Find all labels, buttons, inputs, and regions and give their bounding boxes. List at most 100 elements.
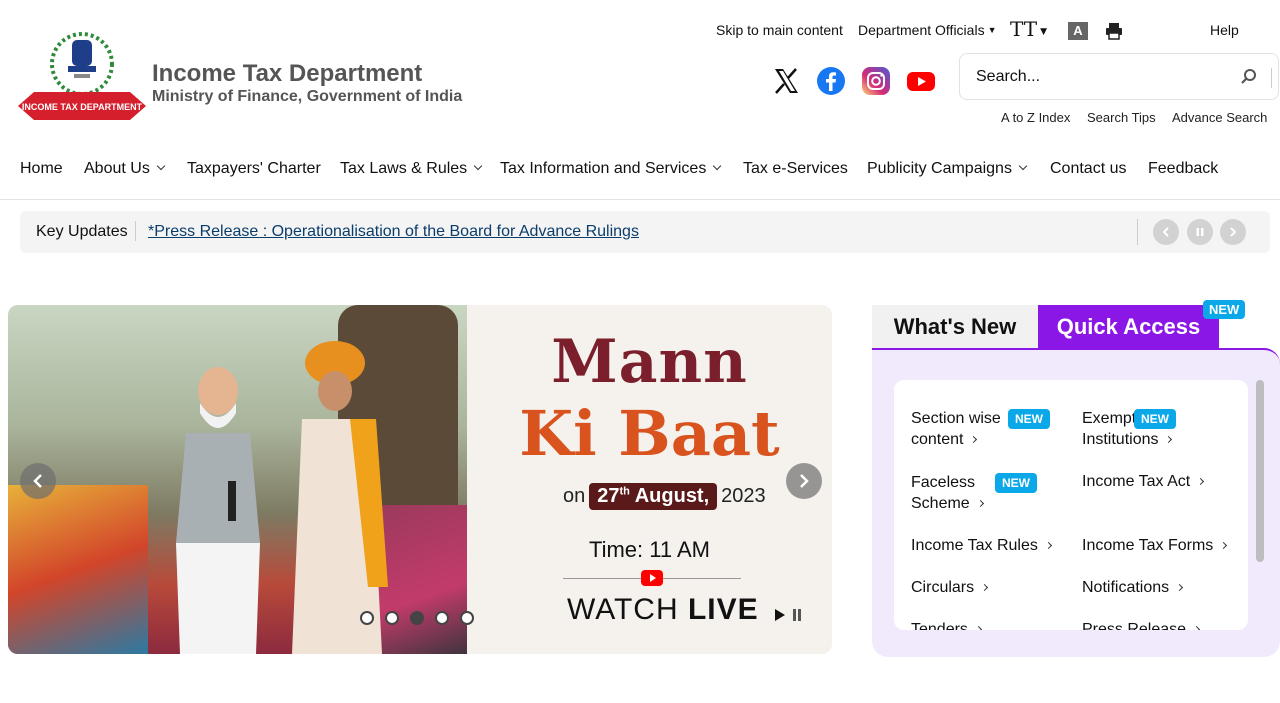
youtube-icon[interactable] — [906, 66, 936, 96]
nav-label: About Us — [84, 160, 150, 177]
search-icon[interactable] — [1240, 68, 1258, 86]
watch-text: WATCH — [567, 593, 679, 626]
date-pill: 27th August, — [589, 483, 718, 510]
qa-circulars[interactable]: Circulars — [911, 577, 989, 598]
nav-taxpayers-charter[interactable]: Taxpayers' Charter — [187, 160, 321, 178]
department-officials-dropdown[interactable]: Department Officials ▼ — [858, 22, 997, 38]
nav-home[interactable]: Home — [20, 160, 63, 178]
chevron-right-icon — [1230, 227, 1237, 237]
youtube-icon — [641, 570, 663, 586]
nav-label: Taxpayers' Charter — [187, 160, 321, 177]
qa-label: Income Tax Act — [1082, 473, 1191, 490]
qa-income-tax-rules[interactable]: Income Tax Rules — [911, 535, 1052, 556]
key-update-link[interactable]: *Press Release : Operationalisation of t… — [148, 223, 639, 241]
qa-label: Tenders — [911, 621, 968, 630]
qa-tenders[interactable]: Tenders — [911, 619, 982, 630]
nav-tax-laws-rules[interactable]: Tax Laws & Rules — [340, 160, 483, 178]
banner-title-line2: Ki Baat — [519, 397, 780, 470]
carousel-dot[interactable] — [360, 611, 374, 625]
chevron-down-icon — [473, 161, 483, 171]
ticker-prev-button[interactable] — [1153, 219, 1179, 245]
chevron-left-icon — [1162, 227, 1169, 237]
chevron-right-icon — [1193, 625, 1201, 630]
quick-access-scrollbar[interactable] — [1256, 380, 1264, 562]
logo-banner-text: INCOME TAX DEPARTMENT — [22, 102, 143, 112]
person-listener — [292, 341, 388, 654]
nav-contact-us[interactable]: Contact us — [1050, 160, 1126, 178]
carousel-play-pause-icon[interactable] — [773, 608, 803, 622]
crowd-right — [378, 505, 467, 654]
caret-down-icon: ▼ — [1040, 27, 1047, 37]
quick-access-panel: Section wise content NEW Exempt Institut… — [872, 348, 1280, 657]
date-month: August, — [634, 485, 710, 507]
facebook-icon[interactable] — [816, 66, 846, 96]
contrast-toggle[interactable]: A — [1068, 22, 1088, 40]
date-prefix: on — [563, 485, 586, 507]
person-speaker — [176, 367, 260, 654]
pause-icon — [1196, 228, 1204, 236]
qa-section-wise-content[interactable]: Section wise content — [911, 408, 1001, 450]
divider — [1137, 219, 1138, 245]
x-icon[interactable] — [771, 66, 801, 96]
carousel-prev-button[interactable] — [20, 463, 56, 499]
ticker-next-button[interactable] — [1220, 219, 1246, 245]
nav-about-us[interactable]: About Us — [84, 160, 166, 178]
carousel-dot[interactable] — [385, 611, 399, 625]
new-badge: NEW — [1008, 409, 1050, 429]
qa-faceless-scheme[interactable]: Faceless Scheme — [911, 472, 984, 514]
qa-label: Institutions — [1082, 431, 1159, 448]
chevron-down-icon — [1018, 161, 1028, 171]
qa-label: content — [911, 431, 964, 448]
nav-feedback[interactable]: Feedback — [1148, 160, 1218, 178]
qa-income-tax-act[interactable]: Income Tax Act — [1082, 471, 1205, 492]
divider — [135, 221, 136, 241]
nav-tax-e-services[interactable]: Tax e-Services — [743, 160, 848, 178]
carousel-dot-active[interactable] — [410, 611, 424, 625]
caret-down-icon: ▼ — [987, 25, 997, 35]
key-updates-label: Key Updates — [36, 223, 128, 240]
search-divider — [1271, 68, 1272, 88]
text-size-control[interactable]: TT ▼ — [1010, 17, 1047, 41]
chevron-left-icon — [33, 474, 42, 488]
nav-tax-information-services[interactable]: Tax Information and Services — [500, 160, 722, 178]
emblem-logo[interactable]: INCOME TAX DEPARTMENT — [14, 30, 150, 124]
main-nav: Home About Us Taxpayers' Charter Tax Law… — [0, 148, 1280, 200]
carousel-next-button[interactable] — [786, 463, 822, 499]
tab-quick-access[interactable]: Quick Access — [1038, 305, 1219, 349]
nav-publicity-campaigns[interactable]: Publicity Campaigns — [867, 160, 1028, 178]
chevron-right-icon — [974, 625, 982, 630]
nav-label: Tax Laws & Rules — [340, 160, 468, 177]
carousel-dot[interactable] — [460, 611, 474, 625]
qa-notifications[interactable]: Notifications — [1082, 577, 1184, 598]
new-badge: NEW — [1134, 409, 1176, 429]
qa-press-release[interactable]: Press Release — [1082, 619, 1201, 630]
search-box — [959, 53, 1279, 100]
date-suffix: th — [619, 485, 630, 498]
search-input[interactable] — [976, 66, 1236, 88]
instagram-icon[interactable] — [861, 66, 891, 96]
key-updates-bar: Key Updates *Press Release : Operational… — [20, 211, 1270, 253]
date-year: 2023 — [721, 485, 766, 507]
ticker-pause-button[interactable] — [1187, 219, 1213, 245]
print-icon[interactable] — [1105, 22, 1123, 43]
search-tips-link[interactable]: Search Tips — [1087, 110, 1156, 125]
chevron-right-icon — [1197, 477, 1205, 486]
a-to-z-index-link[interactable]: A to Z Index — [1001, 110, 1070, 125]
mann-ki-baat-panel: Mann Ki Baat on 27th August, 2023 Time: 11… — [467, 305, 832, 654]
tab-whats-new[interactable]: What's New — [872, 305, 1038, 349]
qa-label: Exempt — [1082, 410, 1137, 427]
help-link[interactable]: Help — [1210, 22, 1239, 38]
chevron-right-icon — [1220, 541, 1228, 550]
nav-label: Home — [20, 160, 63, 177]
new-badge: NEW — [1203, 300, 1246, 319]
chevron-right-icon — [1165, 435, 1173, 444]
qa-income-tax-forms[interactable]: Income Tax Forms — [1082, 535, 1228, 556]
advance-search-link[interactable]: Advance Search — [1172, 110, 1267, 125]
banner-time: Time: 11 AM — [588, 537, 711, 562]
banner-carousel[interactable]: Mann Ki Baat on 27th August, 2023 Time: 11… — [8, 305, 832, 654]
carousel-dot[interactable] — [435, 611, 449, 625]
department-subtitle: Ministry of Finance, Government of India — [152, 88, 463, 105]
department-title: Income Tax Department — [152, 60, 423, 87]
banner-title-line1: Mann — [551, 327, 748, 397]
skip-to-content-link[interactable]: Skip to main content — [716, 22, 843, 38]
